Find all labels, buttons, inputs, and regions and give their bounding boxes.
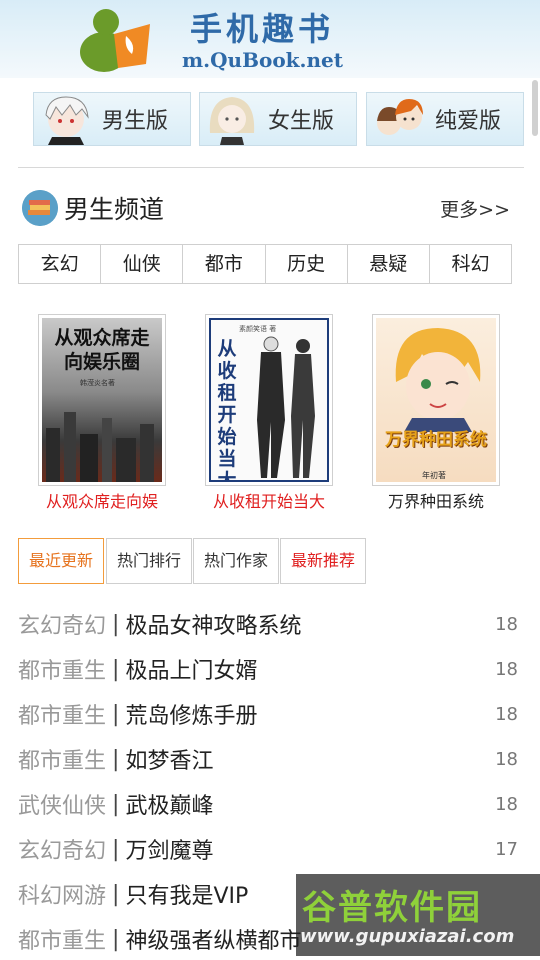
- girl-avatar-icon: [209, 97, 255, 145]
- list-item[interactable]: 都市重生 | 极品上门女婿 18: [18, 649, 518, 689]
- version-button-bl[interactable]: 纯爱版: [366, 92, 524, 146]
- item-date: 18: [495, 748, 518, 770]
- scrollbar[interactable]: [532, 80, 538, 136]
- qubook-logo-icon[interactable]: [78, 4, 158, 76]
- genre-tab-xuanyi[interactable]: 悬疑: [348, 245, 430, 283]
- item-title[interactable]: 极品上门女婿: [125, 653, 257, 685]
- item-separator: |: [112, 791, 120, 817]
- item-category[interactable]: 武侠仙侠: [18, 788, 106, 820]
- list-item[interactable]: 玄幻奇幻 | 万剑魔尊 17: [18, 829, 518, 869]
- couple-avatar-icon: [377, 99, 423, 135]
- book-title[interactable]: 从观众席走向娱: [22, 488, 182, 512]
- item-separator: |: [112, 701, 120, 727]
- item-category[interactable]: 都市重生: [18, 653, 106, 685]
- watermark-url: www.gupuxiazai.com: [300, 926, 515, 947]
- item-date: 18: [495, 703, 518, 725]
- item-category[interactable]: 玄幻奇幻: [18, 833, 106, 865]
- cover-title: 从观众席走向娱乐圈: [54, 327, 150, 373]
- item-category[interactable]: 科幻网游: [18, 878, 106, 910]
- item-separator: |: [112, 926, 120, 952]
- boy-avatar-icon: [45, 96, 89, 145]
- tab-recent-updates[interactable]: 最近更新: [18, 538, 104, 584]
- book-cover[interactable]: 万界种田系统 年初著: [372, 314, 500, 486]
- version-label: 男生版: [102, 109, 169, 134]
- book-card[interactable]: 万界种田系统 年初著 万界种田系统: [356, 314, 516, 512]
- item-title[interactable]: 极品女神攻略系统: [125, 608, 301, 640]
- site-header: 手机趣书 m.QuBook.net: [0, 0, 540, 78]
- cover-author: 韩滢炎名著: [80, 379, 115, 387]
- item-category[interactable]: 玄幻奇幻: [18, 608, 106, 640]
- genre-tab-dushi[interactable]: 都市: [183, 245, 266, 283]
- list-item[interactable]: 玄幻奇幻 | 极品女神攻略系统 18: [18, 604, 518, 644]
- cover-title: 万界种田系统: [385, 430, 487, 450]
- city-skyline-image: [46, 412, 154, 482]
- item-date: 18: [495, 793, 518, 815]
- genre-tab-xianxia[interactable]: 仙侠: [101, 245, 184, 283]
- book-card[interactable]: 从观众席走向娱乐圈 韩滢炎名著 从观众席走向娱: [22, 314, 182, 512]
- site-title[interactable]: 手机趣书: [190, 4, 334, 50]
- divider: [18, 167, 524, 168]
- item-separator: |: [112, 881, 120, 907]
- item-date: 18: [495, 613, 518, 635]
- genre-tab-lishi[interactable]: 历史: [266, 245, 348, 283]
- genre-tab-kehuan[interactable]: 科幻: [430, 245, 511, 283]
- book-title[interactable]: 万界种田系统: [356, 488, 516, 512]
- channel-title: 男生频道: [64, 195, 165, 224]
- book-card[interactable]: 从收租开始当大佬 素颜笑语 著 从收租开始当大: [189, 314, 349, 512]
- book-title[interactable]: 从收租开始当大: [189, 488, 349, 512]
- item-category[interactable]: 都市重生: [18, 698, 106, 730]
- more-link[interactable]: 更多>>: [440, 195, 510, 222]
- cover-figures-image: [257, 336, 315, 478]
- item-separator: |: [112, 611, 120, 637]
- genre-tab-xuanhuan[interactable]: 玄幻: [19, 245, 102, 283]
- tab-hot-authors[interactable]: 热门作家: [193, 538, 279, 584]
- list-item[interactable]: 都市重生 | 荒岛修炼手册 18: [18, 694, 518, 734]
- list-item[interactable]: 都市重生 | 如梦香江 18: [18, 739, 518, 779]
- item-separator: |: [112, 746, 120, 772]
- item-category[interactable]: 都市重生: [18, 923, 106, 955]
- item-title[interactable]: 武极巅峰: [125, 788, 213, 820]
- watermark-text: 谷普软件园: [302, 888, 482, 928]
- cover-author: 年初著: [422, 471, 446, 480]
- item-title[interactable]: 神级强者纵横都市: [125, 923, 301, 955]
- item-date: 17: [495, 838, 518, 860]
- list-item[interactable]: 武侠仙侠 | 武极巅峰 18: [18, 784, 518, 824]
- tab-hot-ranking[interactable]: 热门排行: [106, 538, 192, 584]
- item-date: 18: [495, 658, 518, 680]
- item-separator: |: [112, 836, 120, 862]
- cover-title: 从收租开始当大佬: [217, 338, 237, 482]
- item-title[interactable]: 万剑魔尊: [125, 833, 213, 865]
- book-cover[interactable]: 从观众席走向娱乐圈 韩滢炎名著: [38, 314, 166, 486]
- item-title[interactable]: 如梦香江: [125, 743, 213, 775]
- item-title[interactable]: 只有我是VIP: [125, 878, 248, 910]
- version-label: 女生版: [268, 109, 335, 134]
- version-label: 纯爱版: [435, 109, 502, 134]
- version-button-male[interactable]: 男生版: [33, 92, 191, 146]
- item-separator: |: [112, 656, 120, 682]
- book-cover[interactable]: 从收租开始当大佬 素颜笑语 著: [205, 314, 333, 486]
- version-button-female[interactable]: 女生版: [199, 92, 357, 146]
- watermark-overlay: 谷普软件园 www.gupuxiazai.com: [296, 874, 540, 956]
- item-category[interactable]: 都市重生: [18, 743, 106, 775]
- genre-tabs: 玄幻 仙侠 都市 历史 悬疑 科幻: [18, 244, 512, 284]
- item-title[interactable]: 荒岛修炼手册: [125, 698, 257, 730]
- tab-new-recommend[interactable]: 最新推荐: [280, 538, 366, 584]
- cover-character-image: [395, 328, 481, 432]
- site-url[interactable]: m.QuBook.net: [182, 48, 343, 72]
- books-icon: [22, 190, 58, 226]
